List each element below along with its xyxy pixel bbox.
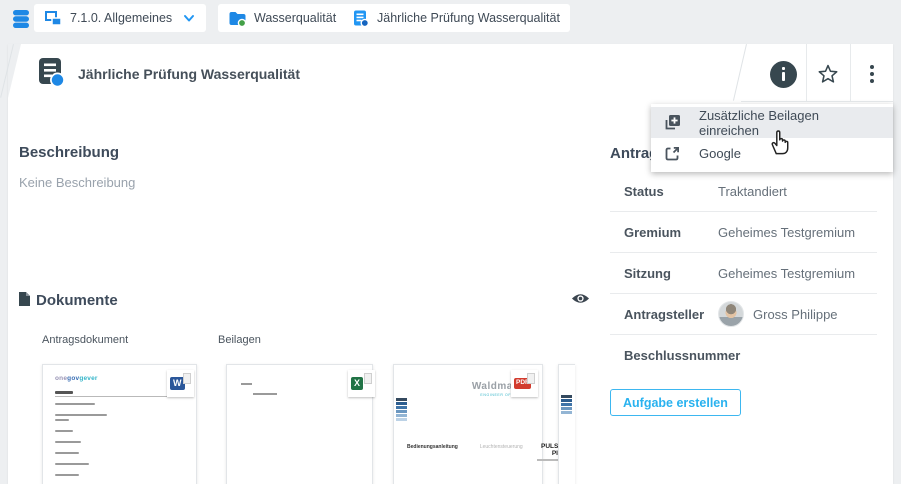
pdf-stripes [396,398,407,422]
folder-icon [228,9,246,27]
database-icon[interactable] [9,6,33,30]
create-task-button[interactable]: Aufgabe erstellen [610,389,741,416]
kebab-menu-icon [870,63,874,85]
visibility-button[interactable] [567,287,593,309]
pdf-badge: PDF [511,370,538,397]
eye-icon [571,292,590,305]
breadcrumb-bar: 7.1.0. Allgemeines Wasserqualität Jährli… [0,0,901,36]
pdf-stripes [561,395,572,415]
document-text-line [253,393,277,395]
info-row-antragsteller: Antragsteller Gross Philippe [610,294,877,335]
breadcrumb-tab-wasserqualitaet[interactable]: Wasserqualität [218,4,346,32]
description-empty-text: Keine Beschreibung [19,175,135,190]
info-row-sitzung: Sitzung Geheimes Testgremium [610,253,877,294]
antragsteller-value: Gross Philippe [718,301,838,327]
document-text-line [241,383,252,385]
library-add-icon [663,114,681,132]
onegov-gever-logo: onegovgever [55,375,98,382]
excel-badge: X [348,370,375,397]
info-row-status: Status Traktandiert [610,171,877,212]
description-heading: Beschreibung [19,144,119,161]
info-row-gremium: Gremium Geheimes Testgremium [610,212,877,253]
word-badge: W [167,370,194,397]
documents-icon [18,291,31,307]
header-divider [850,44,851,102]
breadcrumb-tab-label: Jährliche Prüfung Wasserqualität [377,11,560,25]
proposal-title-icon [36,57,66,87]
header-bottom-border [741,101,893,102]
avatar [718,301,744,327]
group-label-antragsdokument: Antragsdokument [42,334,128,346]
menu-item-label: Google [699,146,741,161]
chevron-down-icon[interactable] [182,11,196,25]
thumbnail-beilage-partial[interactable] [558,364,575,484]
group-label-beilagen: Beilagen [218,334,261,346]
hand-cursor [764,124,796,158]
info-button[interactable] [768,59,798,89]
documents-heading: Dokumente [36,292,118,309]
info-row-beschlussnummer: Beschlussnummer [610,335,877,376]
star-icon [817,63,839,85]
more-options-button[interactable] [857,59,887,89]
breadcrumb-tab-label: Wasserqualität [254,11,336,25]
structure-icon [44,9,62,27]
thumbnail-antragsdokument-word[interactable]: onegovgever W [42,364,197,484]
proposal-document-icon [351,9,369,27]
thumbnail-beilage-excel[interactable]: X [226,364,373,484]
breadcrumb-tab-jaehrliche-pruefung[interactable]: Jährliche Prüfung Wasserqualität [341,4,570,32]
favorite-button[interactable] [813,59,843,89]
page-title: Jährliche Prüfung Wasserqualität [78,66,300,82]
gremium-value: Geheimes Testgremium [718,225,855,240]
header-divider [806,44,807,102]
sitzung-value: Geheimes Testgremium [718,266,855,281]
breadcrumb-tab-allgemeines[interactable]: 7.1.0. Allgemeines [34,4,206,32]
breadcrumb-tab-label: 7.1.0. Allgemeines [70,11,172,25]
status-value: Traktandiert [718,184,787,199]
pdf-footer: Bedienungsanleitung Leuchtensteuerung PU… [404,443,534,461]
document-text-lines [55,391,186,484]
thumbnail-beilage-pdf[interactable]: Waldmann ENGINEER OF LIGHT Bedienungsanl… [393,364,543,484]
open-in-new-icon [663,145,681,163]
info-icon [770,61,797,88]
